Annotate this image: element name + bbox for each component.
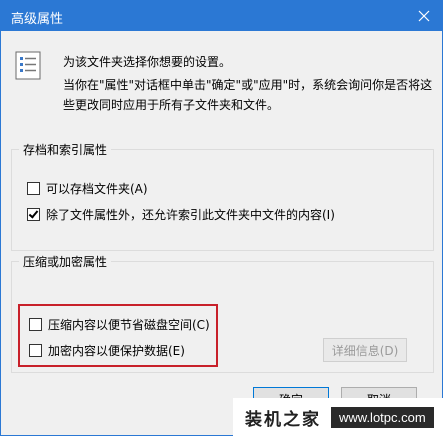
compress-group-title: 压缩或加密属性 — [19, 253, 112, 270]
close-button[interactable] — [406, 1, 442, 31]
encrypt-checkbox[interactable]: 加密内容以便保护数据(E) — [29, 342, 185, 359]
compress-checkbox-label[interactable]: 压缩内容以便节省磁盘空间(C) — [48, 316, 210, 333]
index-checkbox-label[interactable]: 除了文件属性外，还允许索引此文件夹中文件的内容(I) — [46, 206, 335, 223]
compress-checkbox[interactable]: 压缩内容以便节省磁盘空间(C) — [29, 316, 210, 333]
archive-checkbox[interactable]: 可以存档文件夹(A) — [27, 180, 148, 197]
compress-checkbox-box[interactable] — [29, 318, 42, 331]
details-button[interactable]: 详细信息(D) — [323, 338, 407, 362]
window-title: 高级属性 — [11, 12, 64, 27]
close-icon — [418, 10, 430, 22]
watermark: 装机之家 www.lotpc.com — [233, 398, 443, 436]
encrypt-checkbox-box[interactable] — [29, 344, 42, 357]
advanced-attributes-dialog: 高级属性 为该文件夹选择你想要的设置。 当你在"属性"对话框中单击"确定"或"应… — [0, 0, 443, 436]
watermark-site: www.lotpc.com — [331, 406, 434, 428]
archive-checkbox-box[interactable] — [27, 182, 40, 195]
description-line-1: 为该文件夹选择你想要的设置。 — [63, 55, 232, 69]
dialog-content: 为该文件夹选择你想要的设置。 当你在"属性"对话框中单击"确定"或"应用"时，系… — [1, 31, 442, 435]
encrypt-checkbox-label[interactable]: 加密内容以便保护数据(E) — [48, 342, 185, 359]
settings-list-icon — [15, 51, 41, 80]
watermark-text: 装机之家 — [245, 409, 321, 430]
title-bar[interactable]: 高级属性 — [1, 1, 442, 31]
archive-checkbox-label[interactable]: 可以存档文件夹(A) — [46, 180, 148, 197]
archive-group-title: 存档和索引属性 — [19, 141, 112, 158]
archive-group-box — [11, 149, 434, 251]
description-line-2: 当你在"属性"对话框中单击"确定"或"应用"时，系统会询问你是否将这些更改同时应… — [63, 78, 433, 112]
index-checkbox-box[interactable] — [27, 208, 40, 221]
index-checkbox[interactable]: 除了文件属性外，还允许索引此文件夹中文件的内容(I) — [27, 206, 335, 223]
